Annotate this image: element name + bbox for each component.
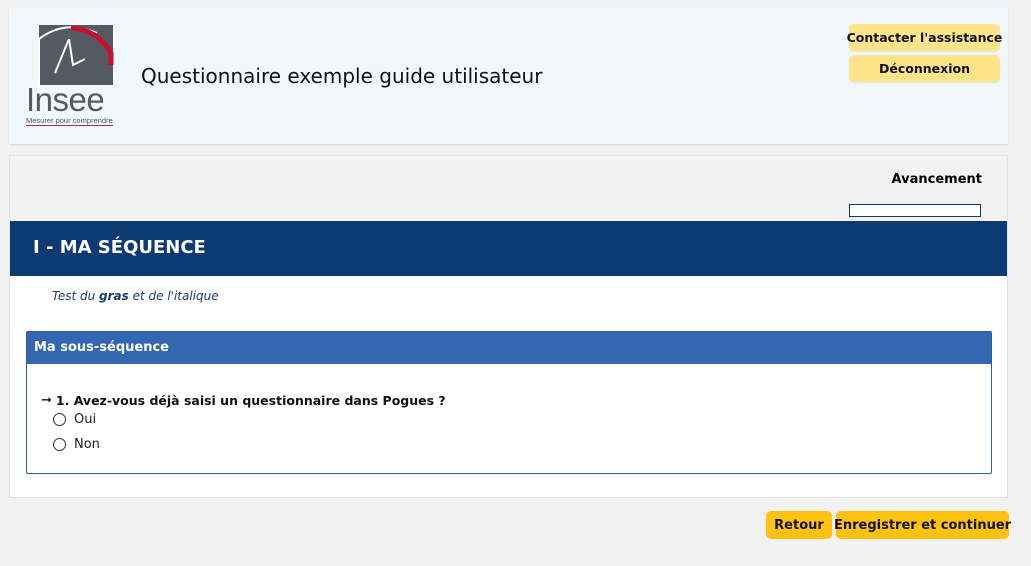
question-text: 1. Avez-vous déjà saisi un questionnaire… — [55, 393, 446, 408]
declaration-text-after: et de l'italique — [128, 289, 219, 303]
sequence-title: I - MA SÉQUENCE — [33, 237, 206, 258]
app-header: Insee Mesurer pour comprendre Questionna… — [9, 8, 1008, 144]
logo-underline — [26, 125, 113, 126]
radio-circle-icon[interactable] — [53, 413, 66, 426]
save-and-continue-button[interactable]: Enregistrer et continuer — [834, 511, 1011, 539]
sequence-declaration: Test du gras et de l'italique — [52, 289, 219, 303]
radio-circle-icon[interactable] — [53, 438, 66, 451]
logout-button[interactable]: Déconnexion — [849, 55, 1000, 82]
subsequence-title: Ma sous-séquence — [27, 332, 991, 364]
progress-label: Avancement — [891, 172, 982, 187]
radio-option-label: Oui — [74, 412, 97, 427]
questionnaire-title: Questionnaire exemple guide utilisateur — [141, 64, 543, 88]
back-button[interactable]: Retour — [766, 511, 832, 539]
sequence-header: I - MA SÉQUENCE — [10, 221, 1007, 276]
radio-option-oui[interactable]: Oui — [53, 412, 96, 427]
logo-wordmark: Insee — [26, 81, 105, 118]
subsequence-panel: Ma sous-séquence ➞ 1. Avez-vous déjà sai… — [26, 331, 992, 474]
radio-option-label: Non — [74, 437, 100, 452]
arrow-right-icon: ➞ — [41, 393, 52, 408]
contact-assistance-button[interactable]: Contacter l'assistance — [847, 24, 1002, 51]
logo-tagline: Mesurer pour comprendre — [26, 116, 113, 125]
declaration-bold-text: gras — [99, 289, 129, 303]
question-label: ➞ 1. Avez-vous déjà saisi un questionnai… — [41, 393, 446, 408]
progress-bar — [849, 204, 981, 217]
radio-option-non[interactable]: Non — [53, 437, 100, 452]
declaration-text-before: Test du — [52, 289, 100, 303]
progress-zone: Avancement — [10, 156, 1007, 221]
questionnaire-card: Avancement I - MA SÉQUENCE Test du gras … — [9, 155, 1008, 498]
